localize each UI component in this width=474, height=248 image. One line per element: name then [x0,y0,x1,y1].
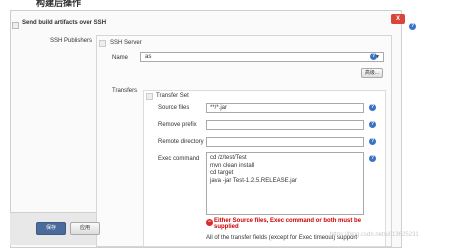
remote-directory-label: Remote directory [158,139,204,145]
advanced-button[interactable]: 高级... [361,68,383,78]
transfer-set-label: Transfer Set [156,93,189,99]
source-files-input[interactable]: **/*.jar [206,103,364,113]
server-name-value: as [145,54,152,60]
server-name-select[interactable]: as ▼ [140,52,384,62]
save-button[interactable]: 保存 [36,222,66,235]
exec-command-line: mvn clean install [210,162,255,169]
remove-prefix-label: Remove prefix [158,122,197,128]
help-icon[interactable]: ? [409,23,416,30]
exec-command-line: java -jar Test-1.2.5.RELEASE.jar [210,177,297,184]
exec-command-label: Exec command [158,156,200,162]
transfers-label: Transfers [112,88,138,94]
watermark-text: https://blog.csdn.net/u013625231 [330,232,419,238]
remote-directory-input[interactable] [206,137,364,147]
drag-handle-icon[interactable] [99,40,106,47]
drag-handle-icon[interactable] [12,22,19,29]
apply-button[interactable]: 应用 [70,222,100,235]
help-icon[interactable]: ? [370,53,377,60]
error-icon: − [206,219,213,226]
drag-handle-icon[interactable] [146,93,153,100]
remove-prefix-input[interactable] [206,120,364,130]
exec-command-textarea[interactable]: cd /z/test/Test mvn clean install cd tar… [206,152,364,215]
name-label: Name [112,55,129,61]
error-message: Either Source files, Exec command or bot… [214,218,362,230]
page-title: 构建后操作 [36,0,82,8]
ssh-server-label: SSH Server [110,40,142,46]
exec-command-line: cd /z/test/Test [210,155,247,161]
help-icon[interactable]: ? [369,138,376,145]
help-icon[interactable]: ? [369,155,376,162]
close-icon: X [395,16,400,22]
exec-command-line: cd target [210,170,234,176]
help-icon[interactable]: ? [369,121,376,128]
source-files-label: Source files [158,105,190,111]
help-icon[interactable]: ? [369,104,376,111]
delete-step-button[interactable]: X [391,14,405,24]
ssh-publishers-label: SSH Publishers [50,38,93,44]
section-title: Send build artifacts over SSH [22,20,107,26]
